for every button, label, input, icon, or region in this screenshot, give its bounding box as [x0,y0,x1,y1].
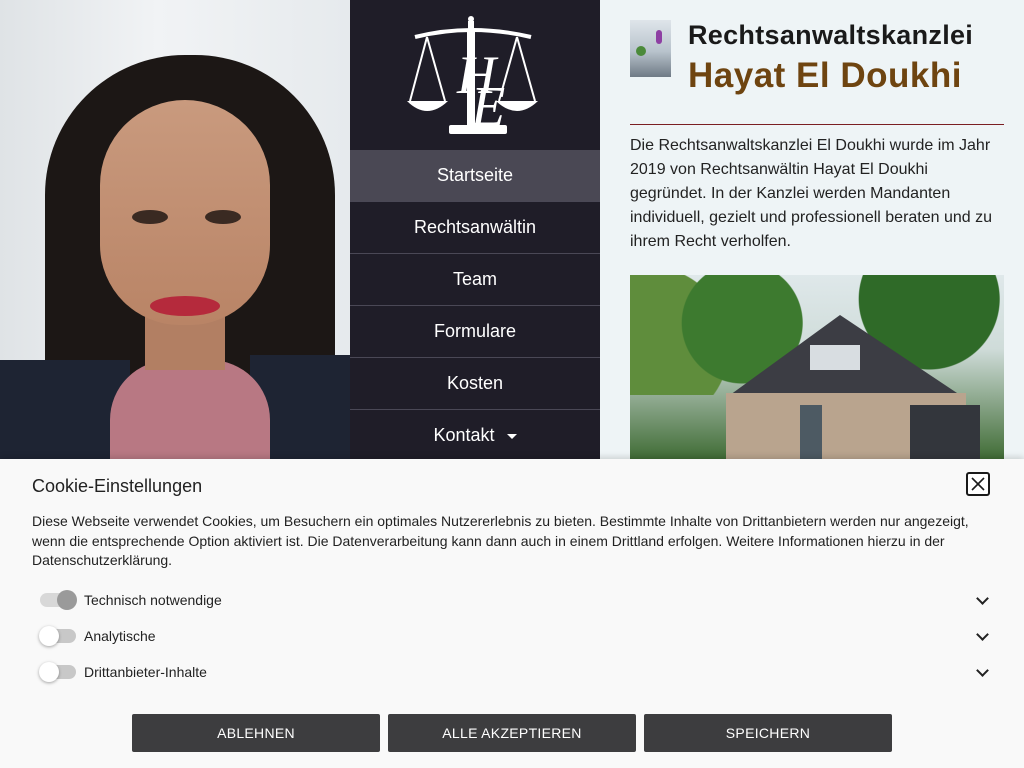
nav-item-label: Kontakt [433,425,495,445]
cookie-option-technical: Technisch notwendige [40,588,995,612]
toggle-analytics[interactable] [39,626,76,646]
nav-item-kontakt[interactable]: Kontakt [350,410,600,462]
site-logo[interactable]: H E [350,0,600,150]
toggle-third-party[interactable] [39,662,76,682]
main-nav: Startseite Rechtsanwältin Team Formulare… [350,150,600,462]
chevron-down-icon[interactable] [976,592,989,605]
decline-button[interactable]: ABLEHNEN [132,714,380,752]
nav-item-label: Rechtsanwältin [413,217,537,237]
nav-item-formulare[interactable]: Formulare [350,306,600,358]
office-thumbnail-image [630,20,671,77]
toggle-technical[interactable] [40,590,77,610]
accept-all-button[interactable]: ALLE AKZEPTIEREN [388,714,636,752]
option-label: Technisch notwendige [84,592,222,608]
brand-title: Rechtsanwaltskanzlei [688,20,974,50]
nav-item-startseite[interactable]: Startseite [350,150,600,202]
cookie-title: Cookie-Einstellungen [32,476,203,496]
nav-item-rechtsanwaeltin[interactable]: Rechtsanwältin [350,202,600,254]
nav-item-label: Kosten [446,373,504,393]
cookie-option-analytics: Analytische [39,624,995,648]
nav-item-kosten[interactable]: Kosten [350,358,600,410]
brand-name: Hayat El Doukhi [688,56,962,95]
nav-item-label: Startseite [436,165,514,185]
cookie-description: Diese Webseite verwendet Cookies, um Bes… [32,513,969,568]
divider [630,124,1004,125]
navigation-column: H E Startseite Rechtsanwältin Team Formu… [350,0,600,462]
chevron-down-icon[interactable] [976,664,989,677]
scales-of-justice-monogram-icon: H E [407,15,538,138]
save-button[interactable]: SPEICHERN [644,714,892,752]
cookie-option-third-party: Drittanbieter-Inhalte [39,660,995,684]
close-button[interactable] [966,472,990,496]
nav-item-label: Formulare [433,321,517,341]
option-label: Drittanbieter-Inhalte [84,664,207,680]
option-label: Analytische [84,628,156,644]
chevron-down-icon[interactable] [976,628,989,641]
nav-item-label: Team [452,269,497,289]
intro-paragraph: Die Rechtsanwaltskanzlei El Doukhi wurde… [630,137,993,250]
caret-down-icon [506,434,517,439]
main-content: Rechtsanwaltskanzlei Hayat El Doukhi Die… [600,0,1024,460]
svg-text:E: E [470,76,505,138]
lawyer-portrait-photo [0,0,350,460]
cookie-banner: Cookie-Einstellungen Diese Webseite verw… [0,459,1024,768]
nav-item-team[interactable]: Team [350,254,600,306]
close-icon [971,477,985,491]
office-building-photo [630,275,1004,460]
